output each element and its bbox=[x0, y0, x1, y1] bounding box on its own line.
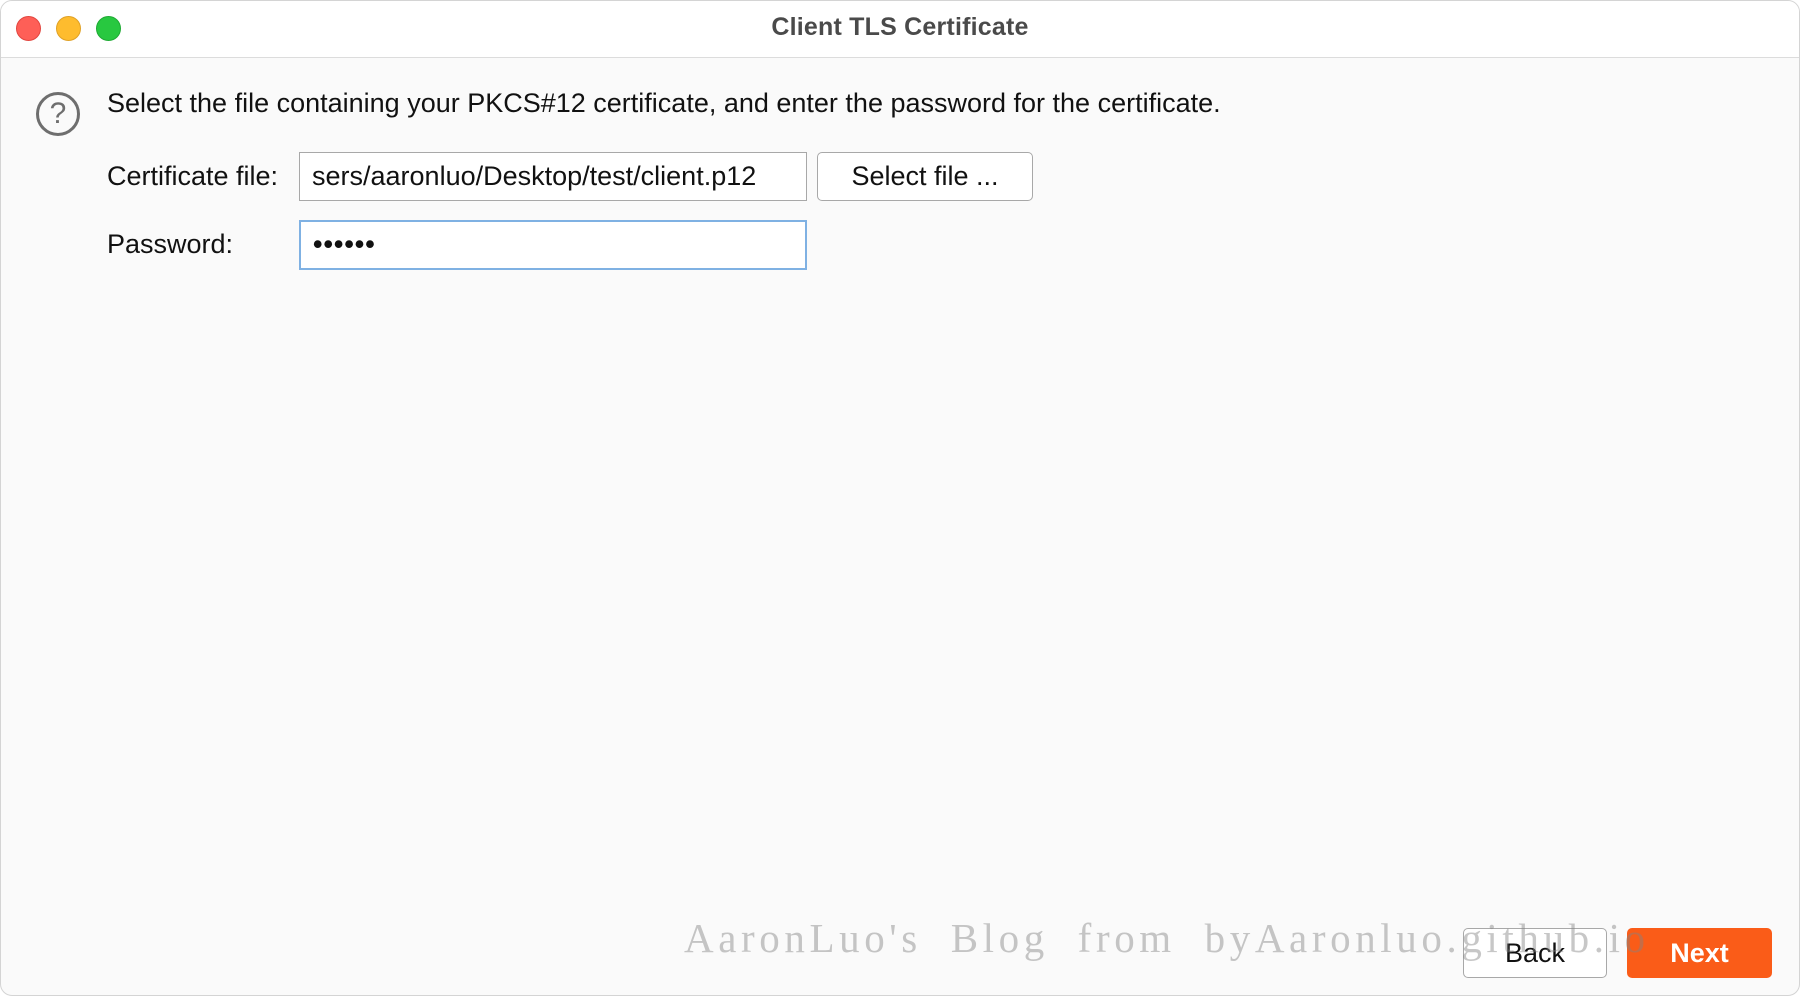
back-button[interactable]: Back bbox=[1463, 928, 1607, 978]
instruction-text: Select the file containing your PKCS#12 … bbox=[107, 88, 1221, 118]
dialog-window: Client TLS Certificate ? Select the file… bbox=[0, 0, 1800, 996]
password-label: Password: bbox=[107, 229, 234, 259]
certificate-file-value: sers/aaronluo/Desktop/test/client.p12 bbox=[312, 161, 757, 191]
next-button[interactable]: Next bbox=[1627, 928, 1772, 978]
title-bar: Client TLS Certificate bbox=[1, 1, 1799, 58]
select-file-button[interactable]: Select file ... bbox=[817, 152, 1033, 201]
certificate-file-label: Certificate file: bbox=[107, 161, 279, 191]
certificate-file-field[interactable]: sers/aaronluo/Desktop/test/client.p12 bbox=[299, 152, 807, 201]
password-field[interactable]: •••••• bbox=[299, 220, 807, 270]
window-title: Client TLS Certificate bbox=[771, 13, 1029, 41]
help-icon[interactable]: ? bbox=[36, 92, 80, 136]
